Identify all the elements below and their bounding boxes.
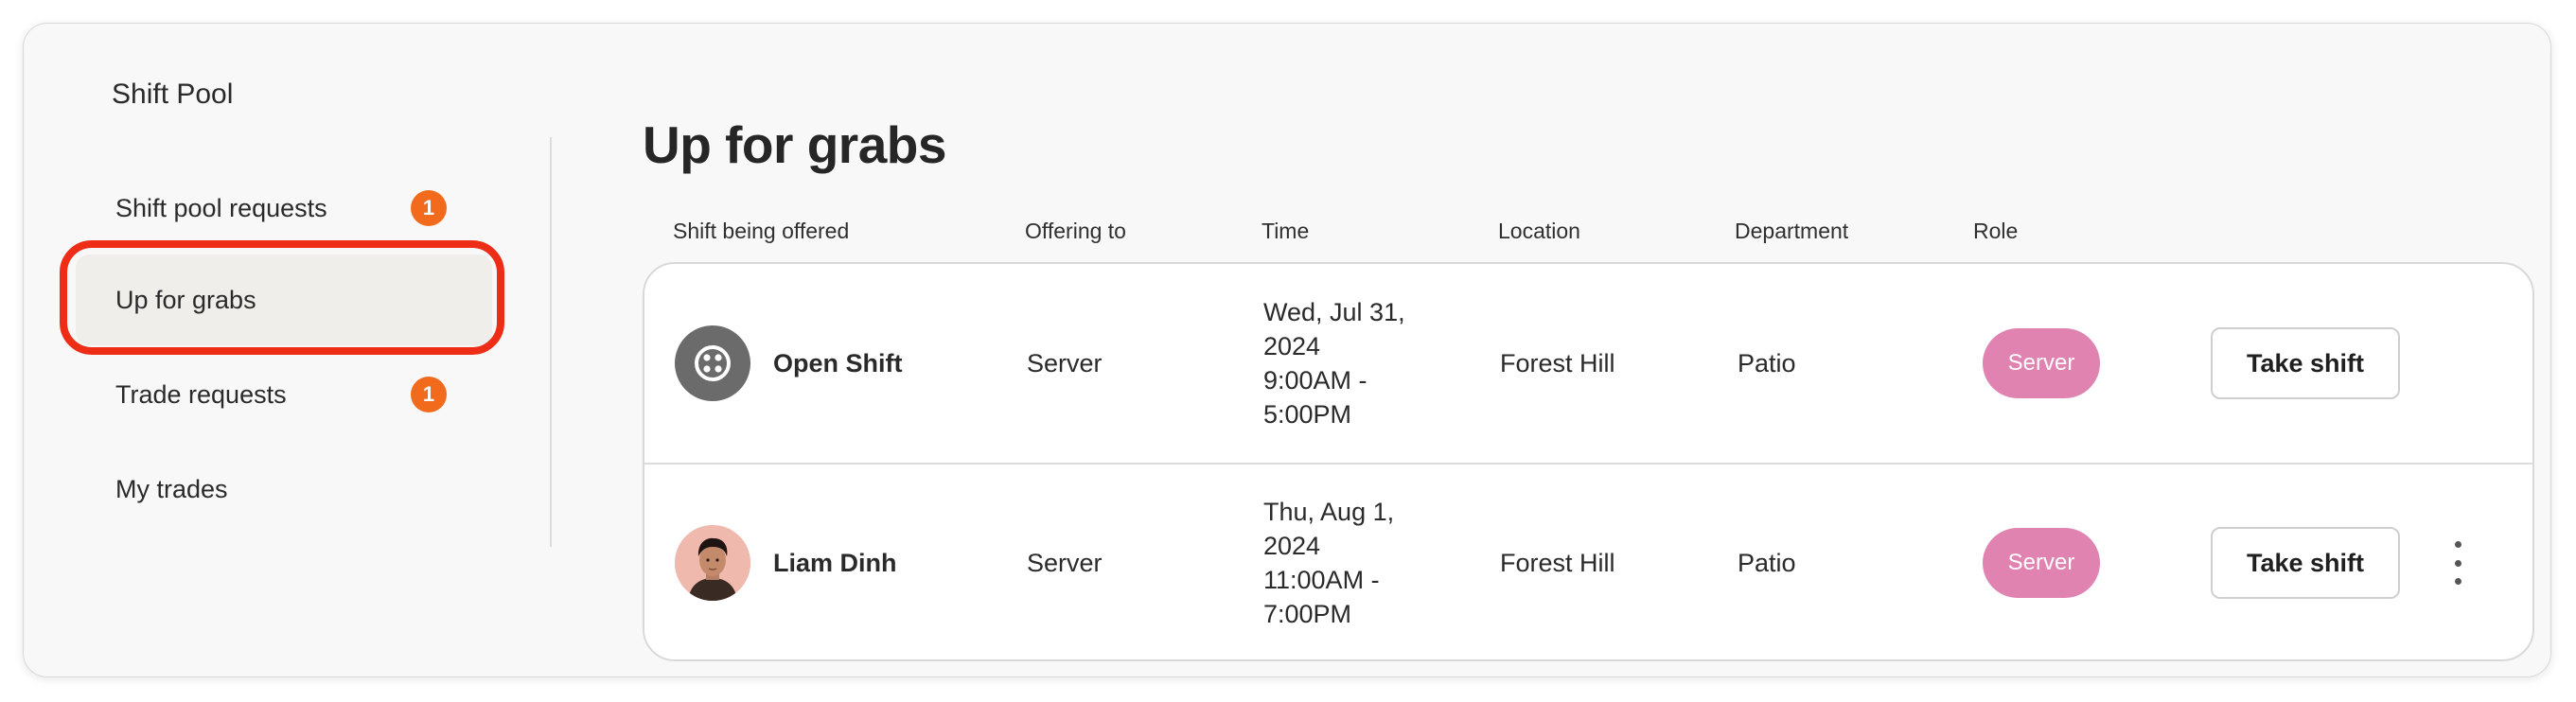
time-line: Thu, Aug 1, [1263,498,1395,526]
shift-department: Patio [1738,548,1796,577]
table-row: Liam Dinh Server Thu, Aug 1, 2024 11:00A… [644,464,2532,659]
sidebar-item-my-trades[interactable]: My trades [76,444,492,535]
time-line: 5:00PM [1263,400,1352,429]
time-line: 2024 [1263,332,1321,360]
time-line: 11:00AM - [1263,566,1380,594]
shifts-table: Open Shift Server Wed, Jul 31, 2024 9:00… [643,262,2534,661]
offering-to: Server [1027,348,1103,377]
shift-offered-name: Liam Dinh [773,548,897,577]
column-header-department: Department [1735,219,1849,243]
notification-badge: 1 [411,377,447,412]
column-header-offering-to: Offering to [1025,219,1126,243]
time-line: 2024 [1263,532,1321,560]
sidebar-item-trade-requests[interactable]: Trade requests 1 [76,349,492,440]
table-row: Open Shift Server Wed, Jul 31, 2024 9:00… [644,264,2532,465]
sidebar-item-label: Trade requests [115,379,287,409]
time-line: Wed, Jul 31, [1263,298,1405,326]
shift-pool-card: Shift Pool Shift pool requests 1 Up for … [23,23,2551,677]
sidebar-divider [550,137,552,547]
role-badge: Server [1983,528,2100,598]
sidebar-item-label: My trades [115,474,228,503]
notification-badge: 1 [411,190,447,226]
column-header-location: Location [1498,219,1580,243]
offering-to: Server [1027,548,1103,577]
shift-time: Wed, Jul 31, 2024 9:00AM - 5:00PM [1263,264,1424,463]
time-line: 7:00PM [1263,600,1352,628]
page-title: Up for grabs [643,115,946,174]
shift-department: Patio [1738,348,1796,377]
take-shift-button[interactable]: Take shift [2211,527,2400,599]
take-shift-button[interactable]: Take shift [2211,327,2400,399]
more-vertical-icon[interactable] [2448,541,2467,585]
shift-offered-name: Open Shift [773,348,903,377]
open-shift-icon [675,325,750,401]
sidebar-item-up-for-grabs[interactable]: Up for grabs [76,254,492,345]
sidebar-item-label: Shift pool requests [115,193,327,222]
sidebar-item-shift-pool-requests[interactable]: Shift pool requests 1 [76,163,492,254]
shift-location: Forest Hill [1500,548,1615,577]
app-title: Shift Pool [112,79,234,110]
time-line: 9:00AM - [1263,366,1367,395]
shift-time: Thu, Aug 1, 2024 11:00AM - 7:00PM [1263,464,1424,659]
role-badge: Server [1983,328,2100,398]
shift-location: Forest Hill [1500,348,1615,377]
sidebar-item-label: Up for grabs [115,285,256,314]
column-header-time: Time [1262,219,1310,243]
person-avatar [675,525,750,601]
column-header-role: Role [1973,219,2019,243]
column-header-shift: Shift being offered [673,219,850,243]
